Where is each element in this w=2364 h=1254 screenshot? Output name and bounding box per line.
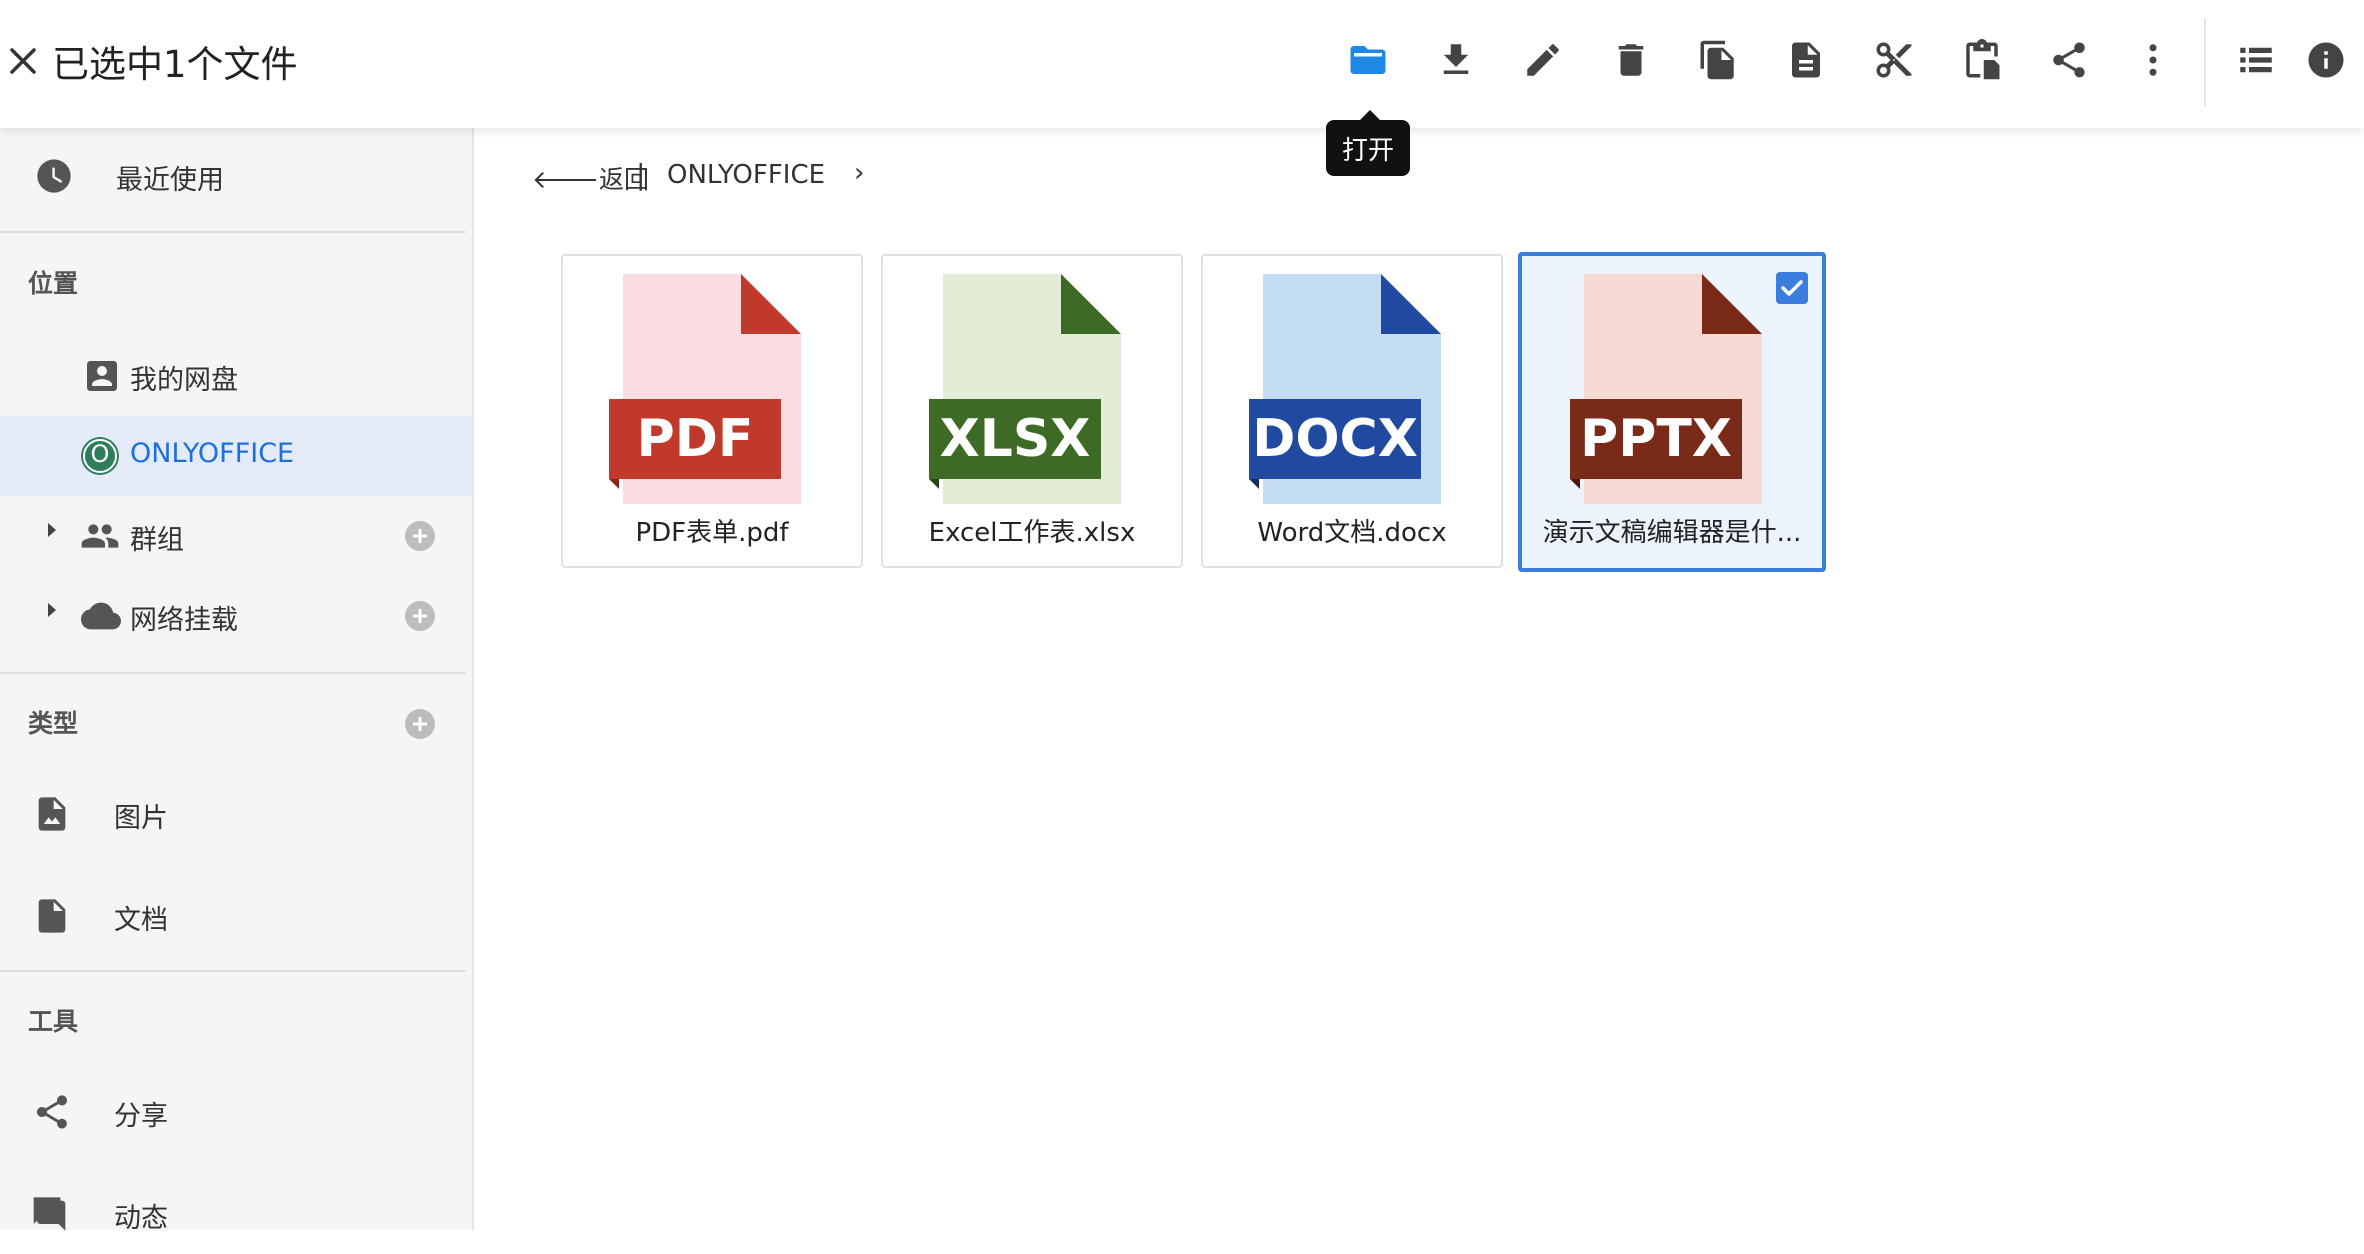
sidebar-item-onlyoffice[interactable]: O ONLYOFFICE bbox=[0, 416, 472, 496]
sidebar-item-label: 分享 bbox=[114, 1101, 168, 1132]
open-button[interactable] bbox=[1344, 36, 1392, 84]
divider bbox=[0, 231, 466, 233]
add-circle-icon bbox=[405, 601, 435, 631]
file-browser-main: 🡐返回 | ONLYOFFICE › PDF PDF表单.pdf XLSX Ex… bbox=[474, 128, 2364, 1230]
rename-button[interactable] bbox=[1519, 36, 1567, 84]
sidebar-item-label: 我的网盘 bbox=[130, 365, 238, 396]
presentation-file-icon: PPTX bbox=[1570, 274, 1762, 504]
checkmark-icon bbox=[1781, 280, 1803, 296]
section-header-type: 类型 bbox=[28, 709, 79, 738]
file-type-badge: XLSX bbox=[940, 409, 1091, 469]
list-view-button[interactable] bbox=[2232, 36, 2280, 84]
spreadsheet-file-icon: XLSX bbox=[929, 274, 1121, 504]
divider bbox=[0, 970, 466, 972]
file-type-badge: PPTX bbox=[1580, 409, 1732, 469]
selection-title: 已选中1个文件 bbox=[52, 43, 298, 86]
document-icon bbox=[32, 896, 72, 936]
sidebar: 最近使用 位置 我的网盘 O ONLYOFFICE 群组 网络挂载 类型 图片 … bbox=[0, 128, 474, 1234]
sidebar-item-label: 图片 bbox=[114, 803, 168, 834]
file-type-badge: DOCX bbox=[1252, 409, 1418, 469]
file-name: Excel工作表.xlsx bbox=[928, 518, 1136, 548]
more-vertical-icon bbox=[2149, 44, 2157, 76]
delete-button[interactable] bbox=[1607, 36, 1655, 84]
pencil-icon bbox=[1527, 44, 1559, 76]
copy-button[interactable] bbox=[1694, 36, 1742, 84]
details-button[interactable] bbox=[1782, 36, 1830, 84]
sidebar-item-groups[interactable]: 群组 bbox=[0, 496, 472, 576]
clipboard-paste-icon bbox=[1966, 39, 2000, 80]
info-button[interactable] bbox=[2302, 36, 2350, 84]
sidebar-item-label: 动态 bbox=[114, 1203, 168, 1234]
file-name: 演示文稿编辑器是什... bbox=[1542, 518, 1802, 548]
cut-button[interactable] bbox=[1870, 36, 1918, 84]
paste-button[interactable] bbox=[1958, 36, 2006, 84]
comment-icon bbox=[32, 1194, 72, 1234]
sidebar-item-label: 最近使用 bbox=[116, 165, 224, 196]
section-header-tools: 工具 bbox=[28, 1007, 79, 1036]
close-icon bbox=[10, 48, 36, 74]
sidebar-item-images[interactable]: 图片 bbox=[0, 774, 472, 854]
sidebar-item-label: 群组 bbox=[130, 525, 184, 556]
clock-icon bbox=[34, 156, 74, 196]
file-card-docx[interactable]: DOCX Word文档.docx bbox=[1201, 254, 1503, 568]
section-header-location: 位置 bbox=[28, 269, 79, 298]
document-lines-icon bbox=[1792, 42, 1820, 78]
file-name: Word文档.docx bbox=[1257, 518, 1447, 548]
add-mount-button[interactable] bbox=[404, 600, 436, 632]
selected-checkbox[interactable] bbox=[1776, 272, 1808, 304]
sidebar-item-activity[interactable]: 动态 bbox=[0, 1174, 472, 1254]
share-button[interactable] bbox=[2045, 36, 2093, 84]
onlyoffice-logo-icon: O bbox=[80, 436, 120, 476]
file-name: PDF表单.pdf bbox=[635, 518, 789, 548]
back-button[interactable]: 🡐返回 bbox=[532, 160, 649, 196]
pdf-file-icon: PDF bbox=[609, 274, 801, 504]
expand-arrow-icon[interactable] bbox=[44, 600, 60, 620]
sidebar-item-label: ONLYOFFICE bbox=[130, 438, 295, 469]
add-circle-icon bbox=[405, 709, 435, 739]
cloud-icon bbox=[78, 596, 124, 636]
toolbar-divider bbox=[2204, 18, 2206, 106]
trash-icon bbox=[1618, 44, 1644, 76]
group-icon bbox=[80, 516, 120, 556]
copy-file-icon bbox=[1700, 40, 1734, 80]
share-icon bbox=[32, 1092, 72, 1132]
sidebar-item-documents[interactable]: 文档 bbox=[0, 876, 472, 956]
close-selection-button[interactable] bbox=[6, 40, 42, 80]
top-toolbar: 已选中1个文件 bbox=[0, 0, 2364, 128]
chevron-right-icon[interactable]: › bbox=[854, 158, 864, 188]
expand-arrow-icon[interactable] bbox=[44, 520, 60, 540]
list-view-icon bbox=[2240, 47, 2272, 73]
sidebar-item-label: 文档 bbox=[114, 905, 168, 936]
download-icon bbox=[1443, 44, 1469, 74]
info-icon bbox=[2308, 42, 2344, 78]
sidebar-item-share[interactable]: 分享 bbox=[0, 1072, 472, 1152]
share-icon bbox=[2053, 42, 2085, 78]
open-tooltip: 打开 bbox=[1326, 110, 1410, 176]
add-type-button[interactable] bbox=[404, 708, 436, 740]
breadcrumb-separator: | bbox=[636, 158, 646, 191]
divider bbox=[0, 672, 466, 674]
download-button[interactable] bbox=[1432, 36, 1480, 84]
scissors-icon bbox=[1876, 42, 1912, 78]
word-file-icon: DOCX bbox=[1249, 274, 1441, 504]
more-options-button[interactable] bbox=[2129, 36, 2177, 84]
sidebar-item-recent[interactable]: 最近使用 bbox=[0, 136, 472, 216]
sidebar-item-my-drive[interactable]: 我的网盘 bbox=[0, 336, 472, 416]
add-circle-icon bbox=[405, 521, 435, 551]
folder-open-icon bbox=[1350, 46, 1386, 74]
breadcrumb-current-folder[interactable]: ONLYOFFICE bbox=[667, 160, 825, 190]
file-card-xlsx[interactable]: XLSX Excel工作表.xlsx bbox=[881, 254, 1183, 568]
arrow-left-icon: 🡐 bbox=[532, 165, 600, 194]
onlyoffice-badge-letter: O bbox=[90, 440, 110, 468]
file-type-badge: PDF bbox=[637, 409, 754, 469]
file-card-pptx[interactable]: PPTX 演示文稿编辑器是什... bbox=[1518, 252, 1826, 572]
add-group-button[interactable] bbox=[404, 520, 436, 552]
sidebar-item-label: 网络挂载 bbox=[130, 605, 238, 636]
image-file-icon bbox=[32, 794, 72, 834]
file-card-pdf[interactable]: PDF PDF表单.pdf bbox=[561, 254, 863, 568]
sidebar-item-network-mount[interactable]: 网络挂载 bbox=[0, 576, 472, 656]
account-box-icon bbox=[82, 356, 122, 396]
